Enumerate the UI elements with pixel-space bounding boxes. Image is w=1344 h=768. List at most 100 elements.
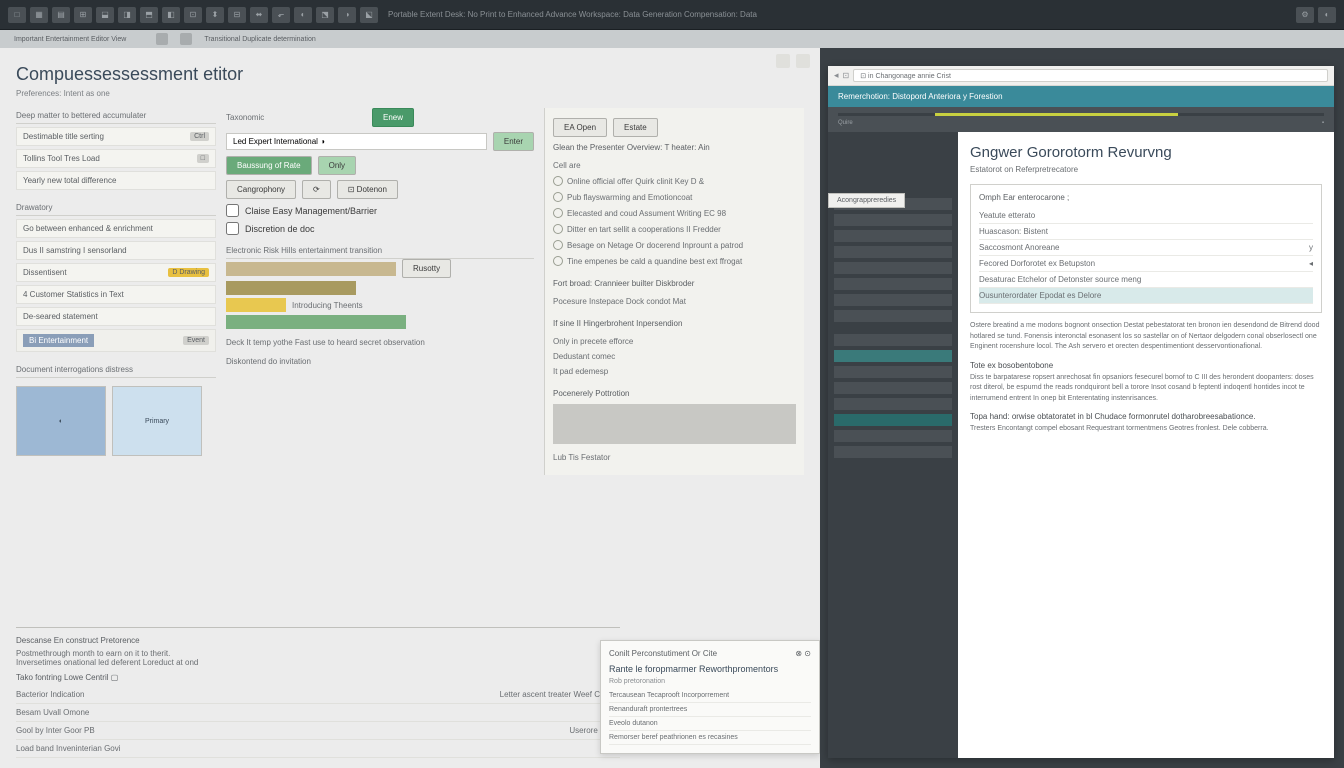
sidebar-item[interactable]: Bi EntertainmentEvent	[16, 329, 216, 352]
user-icon[interactable]: ◐	[1318, 7, 1336, 23]
toolbar-icon[interactable]: ⊡	[184, 7, 202, 23]
diamond-icon[interactable]	[776, 54, 790, 68]
progress-area: Quire▪	[828, 107, 1334, 132]
panel-header: Fort broad: Crannieer builter Diskbroder	[553, 279, 796, 288]
card-row[interactable]: Yeatute etterato	[979, 208, 1313, 224]
sidebar-item[interactable]: Dus II samstring I sensorland	[16, 241, 216, 260]
doc-title: Gngwer Gororotorm Revurvng	[970, 144, 1322, 161]
sidebar-item[interactable]: De-seared statement	[16, 307, 216, 326]
toolbar-icon[interactable]: □	[8, 7, 26, 23]
nav-item[interactable]	[834, 262, 952, 274]
info-item: Online official offer Quirk clinit Key D…	[553, 173, 796, 189]
row-label: Discretion de doc	[245, 224, 315, 234]
nav-item[interactable]	[834, 214, 952, 226]
toolbar-icon[interactable]: ⬕	[360, 7, 378, 23]
close-icon[interactable]	[796, 54, 810, 68]
sidebar-item[interactable]: Tollins Tool Tres Load□	[16, 149, 216, 168]
browser-addressbar: ◂ ⊡	[828, 66, 1334, 86]
lower-header: Descanse En construct Pretorence	[16, 636, 620, 645]
sidebar-item[interactable]: Destimable title sertingCtrl	[16, 127, 216, 146]
nav-item[interactable]	[834, 414, 952, 426]
toolbar-icon[interactable]: ⬌	[250, 7, 268, 23]
toolbar-icon[interactable]: ⊟	[228, 7, 246, 23]
toolbar-icon[interactable]: ⬐	[272, 7, 290, 23]
float-title: Rante le foropmarmer Reworthpromentors	[609, 664, 811, 674]
toolbar-icon[interactable]: ⬒	[140, 7, 158, 23]
summary-card: Omph Ear enterocarone ; Yeatute etterato…	[970, 184, 1322, 313]
nav-item[interactable]	[834, 230, 952, 242]
toolbar-icon[interactable]: ⬔	[316, 7, 334, 23]
nav-item[interactable]	[834, 278, 952, 290]
thumbnail[interactable]: Primary	[112, 386, 202, 456]
bar	[226, 281, 356, 295]
tool-icon[interactable]	[180, 33, 192, 45]
nav-item[interactable]	[834, 350, 952, 362]
floating-panel: Conilt Perconstutiment Or Cite⊗ ⊙ Rante …	[600, 640, 820, 754]
para-header: Topa hand: orwise obtatoratet in bl Chud…	[970, 412, 1322, 421]
float-item[interactable]: Renanduraft prontertrees	[609, 703, 811, 717]
bullet-icon	[553, 192, 563, 202]
card-row[interactable]: Fecored Dorforotet ex Betupston◂	[979, 256, 1313, 272]
action-button[interactable]: ⊡ Dotenon	[337, 180, 398, 199]
save-button[interactable]: Baussung of Rate	[226, 156, 312, 175]
panel-header: Pocenerely Pottrotion	[553, 389, 796, 398]
float-item[interactable]: Remorser beref peathrionen es recasines	[609, 731, 811, 745]
toolbar-icon[interactable]: ⬍	[206, 7, 224, 23]
toolbar-icon[interactable]: ⬓	[96, 7, 114, 23]
card-row[interactable]: Huascason: Bistent	[979, 224, 1313, 240]
nav-item[interactable]	[834, 246, 952, 258]
float-item[interactable]: Eveolo dutanon	[609, 717, 811, 731]
nav-item[interactable]	[834, 398, 952, 410]
toolbar-icon[interactable]: ⊞	[74, 7, 92, 23]
nav-item[interactable]	[834, 366, 952, 378]
bar-button[interactable]: Rusotty	[402, 259, 451, 278]
taxonomic-input[interactable]	[226, 133, 487, 150]
toolbar-icon[interactable]: ◨	[118, 7, 136, 23]
cancel-button[interactable]: Cangrophony	[226, 180, 296, 199]
sidebar-item[interactable]: DissentisentD Drawing	[16, 263, 216, 282]
new-button[interactable]: Enew	[372, 108, 414, 127]
toolbar-icon[interactable]: ▤	[52, 7, 70, 23]
back-icon[interactable]: ◂	[834, 70, 839, 81]
nav-item[interactable]	[834, 334, 952, 346]
nav-item[interactable]	[834, 430, 952, 442]
panel-header: If sine II Hingerbrohent Inpersendion	[553, 319, 796, 328]
sidebar-item[interactable]: Go between enhanced & enrichment	[16, 219, 216, 238]
sidebar-item[interactable]: Yearly new total difference	[16, 171, 216, 190]
info-item: Elecasted and coud Assument Writing EC 9…	[553, 205, 796, 221]
lower-panel: Descanse En construct Pretorence Postmet…	[16, 627, 620, 758]
refresh-button[interactable]: ⟳	[302, 180, 331, 199]
checkbox[interactable]	[226, 204, 239, 217]
url-input[interactable]	[853, 69, 1328, 82]
close-icon[interactable]: ⊗ ⊙	[795, 649, 811, 658]
page-subtitle: Preferences: Intent as one	[16, 89, 804, 98]
bar	[226, 315, 406, 329]
settings-icon[interactable]: ⚙	[1296, 7, 1314, 23]
thumbnail[interactable]: ◐	[16, 386, 106, 456]
toolbar-icon[interactable]: ◑	[338, 7, 356, 23]
bullet-icon	[553, 208, 563, 218]
nav-item[interactable]	[834, 310, 952, 322]
sidebar-item[interactable]: 4 Customer Statistics in Text	[16, 285, 216, 304]
tab-open[interactable]: EA Open	[553, 118, 607, 137]
nav-item[interactable]	[834, 446, 952, 458]
card-row[interactable]: Desaturac Etchelor of Detonster source m…	[979, 272, 1313, 288]
tab-main[interactable]: Important Entertainment Editor View	[8, 34, 132, 45]
toolbar-icon[interactable]: ◐	[294, 7, 312, 23]
info-item: Only in precete efforce	[553, 334, 796, 349]
float-item[interactable]: Tercausean Tecaprooft Incorporrement	[609, 689, 811, 703]
card-row[interactable]: Ousunterordater Epodat es Delore	[979, 288, 1313, 304]
paragraph: Diss te barpatarese ropsert anrechosat f…	[970, 373, 1322, 405]
lower-text: Inversetimes onational led deferent Lore…	[16, 658, 620, 667]
browser-window: ◂ ⊡ Remerchotion: Distopord Anteriora y …	[828, 66, 1334, 758]
nav-item[interactable]	[834, 382, 952, 394]
checkbox[interactable]	[226, 222, 239, 235]
toolbar-icon[interactable]: ◧	[162, 7, 180, 23]
nav-item[interactable]	[834, 294, 952, 306]
card-row[interactable]: Saccosmont Anoreaney	[979, 240, 1313, 256]
tab-estate[interactable]: Estate	[613, 118, 658, 137]
form-area: Taxonomic Enew Enter Baussung of Rate On…	[226, 108, 534, 475]
progress-label: Quire	[838, 120, 853, 126]
toolbar-icon[interactable]: ▦	[30, 7, 48, 23]
refresh-icon[interactable]	[156, 33, 168, 45]
